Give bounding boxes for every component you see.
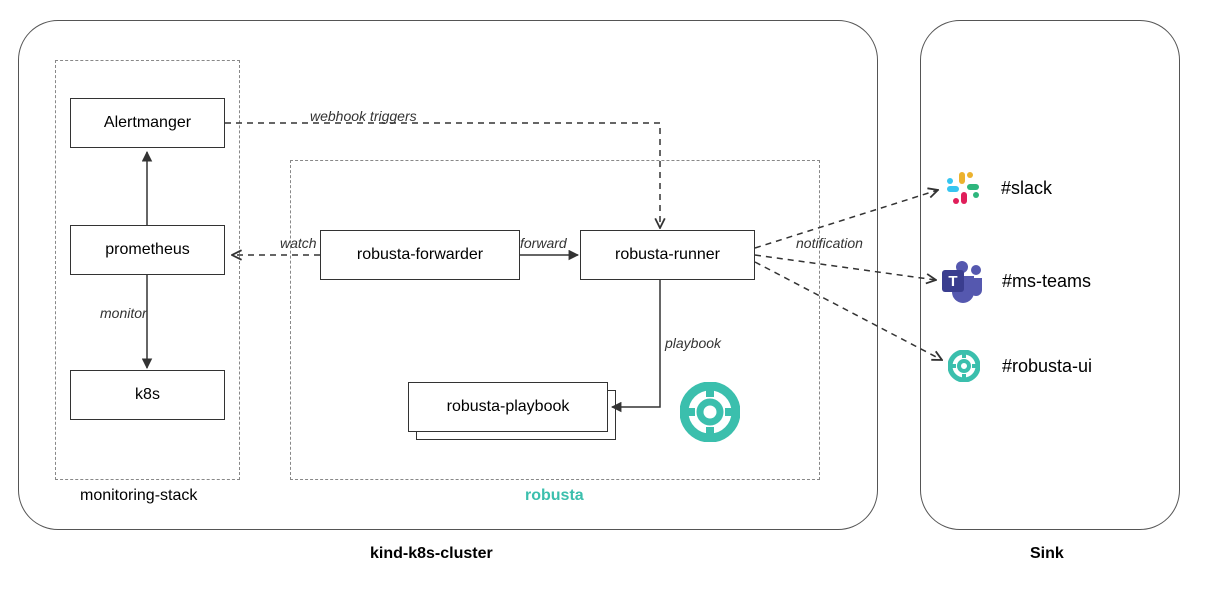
edge-watch: watch (280, 235, 317, 251)
sink-slack-label: #slack (1001, 178, 1052, 199)
node-k8s: k8s (70, 370, 225, 420)
node-runner: robusta-runner (580, 230, 755, 280)
svg-text:T: T (948, 273, 957, 290)
slack-icon (945, 170, 981, 206)
sink-slack: #slack (945, 170, 1052, 206)
node-k8s-text: k8s (135, 386, 160, 404)
robusta-label: robusta (525, 487, 584, 505)
teams-icon: T (940, 258, 986, 304)
node-alertmanager-text: Alertmanger (104, 114, 191, 132)
node-forwarder: robusta-forwarder (320, 230, 520, 280)
sink-robusta-ui: #robusta-ui (948, 350, 1092, 382)
node-playbook-text: robusta-playbook (447, 398, 570, 416)
edge-monitor: monitor (100, 305, 147, 321)
edge-notification: notification (796, 235, 863, 251)
edge-forward: forward (520, 235, 567, 251)
sink-label: Sink (1030, 545, 1064, 563)
edge-playbook: playbook (665, 335, 721, 351)
sink-teams: T #ms-teams (940, 258, 1091, 304)
node-forwarder-text: robusta-forwarder (357, 246, 483, 264)
node-prometheus-text: prometheus (105, 241, 190, 259)
sink-teams-label: #ms-teams (1002, 271, 1091, 292)
node-playbook: robusta-playbook (408, 382, 608, 432)
sink-robusta-ui-label: #robusta-ui (1002, 356, 1092, 377)
node-alertmanager: Alertmanger (70, 98, 225, 148)
monitoring-label: monitoring-stack (80, 487, 197, 505)
robusta-logo-large (680, 382, 740, 442)
edge-webhook: webhook triggers (310, 108, 417, 124)
node-runner-text: robusta-runner (615, 246, 720, 264)
node-prometheus: prometheus (70, 225, 225, 275)
robusta-icon (948, 350, 980, 382)
cluster-label: kind-k8s-cluster (370, 545, 493, 563)
